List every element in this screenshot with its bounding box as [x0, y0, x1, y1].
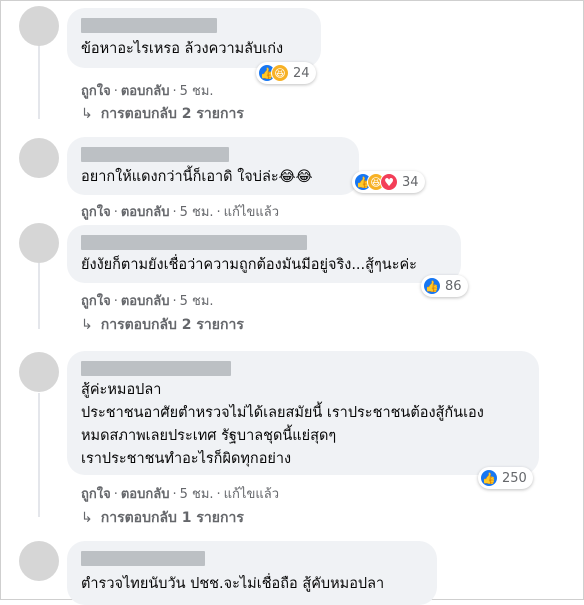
reply-button[interactable]: ตอบกลับ [121, 84, 170, 99]
comment-bubble: ข้อหาอะไรเหรอ ล้วงความลับเก่ง [67, 8, 321, 68]
timestamp[interactable]: 5 ชม. [180, 84, 214, 99]
author-name-redacted[interactable] [81, 551, 205, 566]
comment-bubble: สู้ค่ะหมอปลา ประชาชนอาศัยตำหรวจไม่ได้เลย… [67, 351, 539, 475]
avatar[interactable] [19, 541, 59, 581]
view-replies-button[interactable]: ↳ การตอบกลับ 2 รายการ [81, 314, 244, 336]
comments-panel: ข้อหาอะไรเหรอ ล้วงความลับเก่ง 👍 😆 24 ถูก… [0, 0, 584, 605]
edited-label: แก้ไขแล้ว [223, 487, 279, 502]
reply-button[interactable]: ตอบกลับ [121, 487, 170, 502]
avatar[interactable] [19, 138, 59, 178]
author-name-redacted[interactable] [81, 18, 217, 33]
reply-arrow-icon: ↳ [81, 106, 93, 122]
avatar[interactable] [19, 223, 59, 263]
reaction-count: 250 [502, 470, 527, 486]
like-button[interactable]: ถูกใจ [81, 487, 111, 502]
reply-arrow-icon: ↳ [81, 317, 93, 333]
thread-line [38, 263, 40, 329]
comment-text: ตำรวจไทยนับวัน ปชช.จะไม่เชื่อถือ สู้คับห… [81, 576, 385, 592]
like-button[interactable]: ถูกใจ [81, 84, 111, 99]
comment-actions: ถูกใจ · ตอบกลับ · 5 ชม. [81, 294, 214, 309]
edited-label: แก้ไขแล้ว [223, 205, 279, 220]
reaction-summary[interactable]: 👍 😆 24 [256, 62, 316, 84]
comment-bubble: ตำรวจไทยนับวัน ปชช.จะไม่เชื่อถือ สู้คับห… [67, 541, 437, 605]
view-replies-button[interactable]: ↳ การตอบกลับ 1 รายการ [81, 507, 244, 529]
reply-arrow-icon: ↳ [81, 510, 93, 526]
comment-text-line: สู้ค่ะหมอปลา [81, 382, 162, 398]
view-replies-button[interactable]: ↳ การตอบกลับ 2 รายการ [81, 103, 244, 125]
comment-bubble: อยากให้แดงกว่านี้ก็เอาดิ ใจบ่ล่ะ😂😂 [67, 137, 359, 195]
timestamp[interactable]: 5 ชม. [180, 487, 214, 502]
thread-line [38, 43, 40, 119]
like-icon: 👍 [423, 277, 441, 295]
reply-button[interactable]: ตอบกลับ [121, 294, 170, 309]
reaction-summary[interactable]: 👍 86 [421, 275, 468, 297]
comment-text-line: หมดสภาพเลยประเทศ รัฐบาลชุดนี้แย่สุดๆ [81, 428, 337, 444]
like-icon: 👍 [480, 469, 498, 487]
like-button[interactable]: ถูกใจ [81, 294, 111, 309]
avatar[interactable] [19, 6, 59, 46]
author-name-redacted[interactable] [81, 147, 229, 162]
reaction-summary[interactable]: 👍 250 [478, 467, 533, 489]
author-name-redacted[interactable] [81, 361, 231, 376]
reaction-count: 86 [445, 278, 462, 294]
comment-text-line: เราประชาชนทำอะไรก็ผิดทุกอย่าง [81, 451, 292, 467]
comment-actions: ถูกใจ · ตอบกลับ · 5 ชม. [81, 84, 214, 99]
timestamp[interactable]: 5 ชม. [180, 294, 214, 309]
reply-button[interactable]: ตอบกลับ [121, 205, 170, 220]
reaction-count: 24 [293, 65, 310, 81]
comment-text: ข้อหาอะไรเหรอ ล้วงความลับเก่ง [81, 41, 284, 57]
comment-text: ยังงัยก็ตามยังเชื่อว่าความถูกต้องมันมีอย… [81, 257, 417, 273]
author-name-redacted[interactable] [81, 235, 307, 250]
avatar[interactable] [19, 352, 59, 392]
timestamp[interactable]: 5 ชม. [180, 205, 214, 220]
like-button[interactable]: ถูกใจ [81, 205, 111, 220]
comment-text-line: ประชาชนอาศัยตำหรวจไม่ได้เลยสมัยนี้ เราปร… [81, 405, 484, 421]
comment-actions: ถูกใจ · ตอบกลับ · 5 ชม. · แก้ไขแล้ว [81, 487, 279, 502]
thread-line [38, 393, 40, 517]
comment-text: อยากให้แดงกว่านี้ก็เอาดิ ใจบ่ล่ะ😂😂 [81, 169, 313, 185]
comment-bubble: ยังงัยก็ตามยังเชื่อว่าความถูกต้องมันมีอย… [67, 225, 461, 283]
love-icon: ♥ [380, 173, 398, 191]
comment-actions: ถูกใจ · ตอบกลับ · 5 ชม. · แก้ไขแล้ว [81, 205, 279, 220]
reaction-summary[interactable]: 👍 😆 ♥ 34 [352, 171, 425, 193]
reaction-count: 34 [402, 174, 419, 190]
haha-icon: 😆 [271, 64, 289, 82]
